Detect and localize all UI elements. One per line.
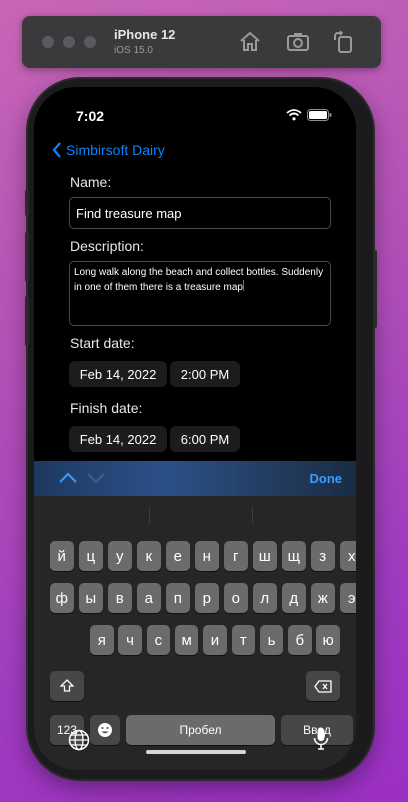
key-ю[interactable]: ю [316,625,340,655]
window-close-dot[interactable] [42,36,54,48]
key-г[interactable]: г [224,541,248,571]
chevron-up-icon[interactable] [58,469,78,487]
key-э[interactable]: э [340,583,356,613]
key-и[interactable]: и [203,625,227,655]
key-в[interactable]: в [108,583,132,613]
screenshot-icon[interactable] [286,30,310,54]
status-icons [286,108,332,126]
key-ф[interactable]: ф [50,583,74,613]
key-х[interactable]: х [340,541,356,571]
key-ы[interactable]: ы [79,583,103,613]
key-е[interactable]: е [166,541,190,571]
suggestion-divider [149,506,150,524]
key-п[interactable]: п [166,583,190,613]
battery-icon [307,108,332,126]
keyboard: Done йцукенгшщзх фывапролджэ ячсмитьбю 1… [34,461,356,770]
back-button[interactable]: Simbirsoft Dairy [52,142,165,158]
window-minimize-dot[interactable] [63,36,75,48]
rotate-icon[interactable] [331,30,355,54]
keyboard-accessory-bar: Done [34,461,356,496]
key-д[interactable]: д [282,583,306,613]
status-time: 7:02 [76,108,105,124]
key-л[interactable]: л [253,583,277,613]
key-а[interactable]: а [137,583,161,613]
wifi-icon [286,108,302,126]
key-ь[interactable]: ь [259,625,284,655]
key-о[interactable]: о [224,583,248,613]
microphone-icon[interactable] [313,727,329,756]
backspace-icon [314,679,332,693]
description-field[interactable]: Long walk along the beach and collect bo… [69,261,331,326]
chevron-left-icon [52,142,61,158]
description-label: Description: [70,238,144,254]
finish-date-label: Finish date: [70,400,143,416]
home-indicator [146,750,246,754]
key-ж[interactable]: ж [311,583,335,613]
key-ш[interactable]: ш [253,541,277,571]
back-button-label: Simbirsoft Dairy [66,142,165,158]
key-ч[interactable]: ч [118,625,142,655]
shift-key[interactable] [50,671,84,701]
home-icon[interactable] [238,30,262,54]
name-field[interactable]: Find treasure map [69,197,331,229]
volume-up-button [25,232,29,282]
window-zoom-dot[interactable] [84,36,96,48]
start-date-label: Start date: [70,335,135,351]
key-р[interactable]: р [195,583,219,613]
key-щ[interactable]: щ [282,541,306,571]
power-button [373,250,377,328]
key-б[interactable]: б [288,625,312,655]
key-й[interactable]: й [50,541,74,571]
suggestion-bar [34,496,356,534]
key-у[interactable]: у [108,541,132,571]
key-я[interactable]: я [90,625,114,655]
suggestion-divider [252,506,253,524]
start-time-picker[interactable]: 2:00 PM [170,361,240,387]
chevron-down-icon[interactable] [86,469,106,487]
start-date-picker[interactable]: Feb 14, 2022 [69,361,167,387]
finish-time-picker[interactable]: 6:00 PM [170,426,240,452]
mute-switch [25,190,29,216]
done-button[interactable]: Done [310,471,343,486]
key-з[interactable]: з [311,541,335,571]
text-caret [242,280,244,291]
device-name: iPhone 12 [114,27,176,42]
globe-icon[interactable] [68,729,90,756]
key-ц[interactable]: ц [79,541,103,571]
key-т[interactable]: т [231,625,255,655]
description-text: Long walk along the beach and collect bo… [74,267,324,293]
name-label: Name: [70,174,112,190]
volume-down-button [25,296,29,346]
shift-icon [60,679,74,692]
phone-screen: 7:02 Simbirsoft Dairy Name: Find treasur… [34,87,356,770]
keyboard-bottom-bar [34,711,356,770]
finish-date-picker[interactable]: Feb 14, 2022 [69,426,167,452]
os-version: iOS 15.0 [114,45,153,56]
key-м[interactable]: м [174,625,199,655]
key-н[interactable]: н [195,541,219,571]
simulator-toolbar: iPhone 12 iOS 15.0 [22,16,381,68]
key-к[interactable]: к [137,541,161,571]
key-с[interactable]: с [146,625,171,655]
backspace-key[interactable] [306,671,340,701]
